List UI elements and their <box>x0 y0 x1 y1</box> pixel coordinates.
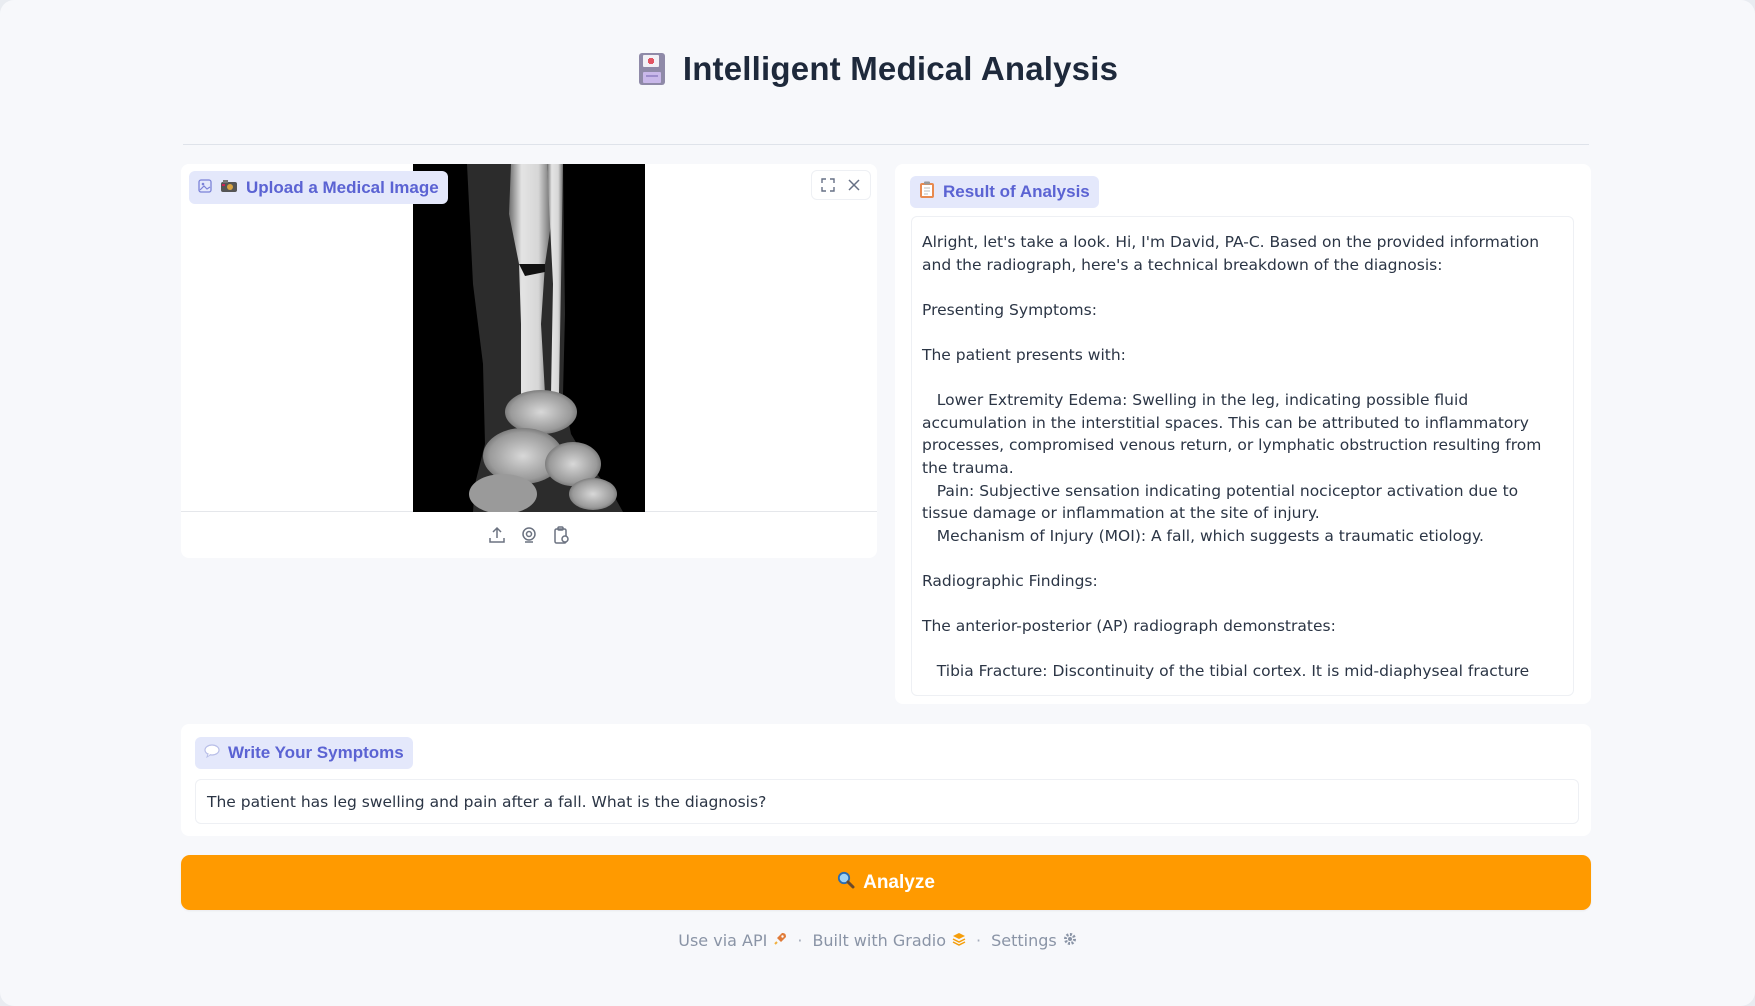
gradio-logo-icon <box>952 931 966 950</box>
api-link[interactable]: Use via API <box>678 931 787 950</box>
clipboard-icon <box>919 181 935 204</box>
result-text: Alright, let's take a look. Hi, I'm Davi… <box>922 233 1542 681</box>
camera-icon <box>220 178 238 198</box>
upload-icon[interactable] <box>487 525 507 545</box>
upload-label: Upload a Medical Image <box>189 171 448 204</box>
page-title: Intelligent Medical Analysis <box>682 50 1119 87</box>
gradio-link-label: Built with Gradio <box>812 930 947 950</box>
footer-separator: · <box>797 930 803 950</box>
settings-link[interactable]: Settings <box>991 931 1077 950</box>
result-label-text: Result of Analysis <box>943 182 1090 201</box>
magnifier-icon <box>837 871 855 895</box>
header-divider <box>183 144 1589 145</box>
symptoms-panel: Write Your Symptoms The patient has leg … <box>181 724 1591 836</box>
api-link-label: Use via API <box>678 930 768 950</box>
gear-icon <box>1063 931 1077 950</box>
image-source-bar <box>181 512 877 558</box>
app-window: Intelligent Medical Analysis Upload a Me… <box>0 0 1755 1006</box>
image-upload-panel[interactable]: Upload a Medical Image <box>181 164 877 558</box>
footer-separator: · <box>976 930 982 950</box>
result-output[interactable]: Alright, let's take a look. Hi, I'm Davi… <box>911 216 1574 696</box>
fullscreen-icon[interactable] <box>816 174 840 196</box>
symptoms-input[interactable]: The patient has leg swelling and pain af… <box>195 779 1579 824</box>
result-label: Result of Analysis <box>910 176 1099 208</box>
upload-label-text: Upload a Medical Image <box>246 177 439 197</box>
settings-link-label: Settings <box>991 930 1057 950</box>
speech-bubble-icon <box>204 743 220 763</box>
xray-image <box>413 164 645 514</box>
result-panel: Result of Analysis Alright, let's take a… <box>895 164 1591 704</box>
rocket-icon <box>773 931 787 950</box>
symptoms-label: Write Your Symptoms <box>195 737 413 769</box>
header: Intelligent Medical Analysis <box>0 50 1755 88</box>
clipboard-icon[interactable] <box>551 525 571 545</box>
image-icon <box>198 178 212 198</box>
gradio-link[interactable]: Built with Gradio <box>812 931 966 950</box>
image-corner-buttons <box>811 170 871 200</box>
analyze-button[interactable]: Analyze <box>181 855 1591 910</box>
footer: Use via API · Built with Gradio · Settin… <box>0 928 1755 952</box>
webcam-icon[interactable] <box>519 525 539 545</box>
image-preview-area[interactable]: Upload a Medical Image <box>181 164 877 514</box>
close-icon[interactable] <box>842 174 866 196</box>
analyze-label: Analyze <box>863 871 935 893</box>
symptoms-label-text: Write Your Symptoms <box>228 743 404 762</box>
floppy-disk-icon <box>637 51 667 87</box>
